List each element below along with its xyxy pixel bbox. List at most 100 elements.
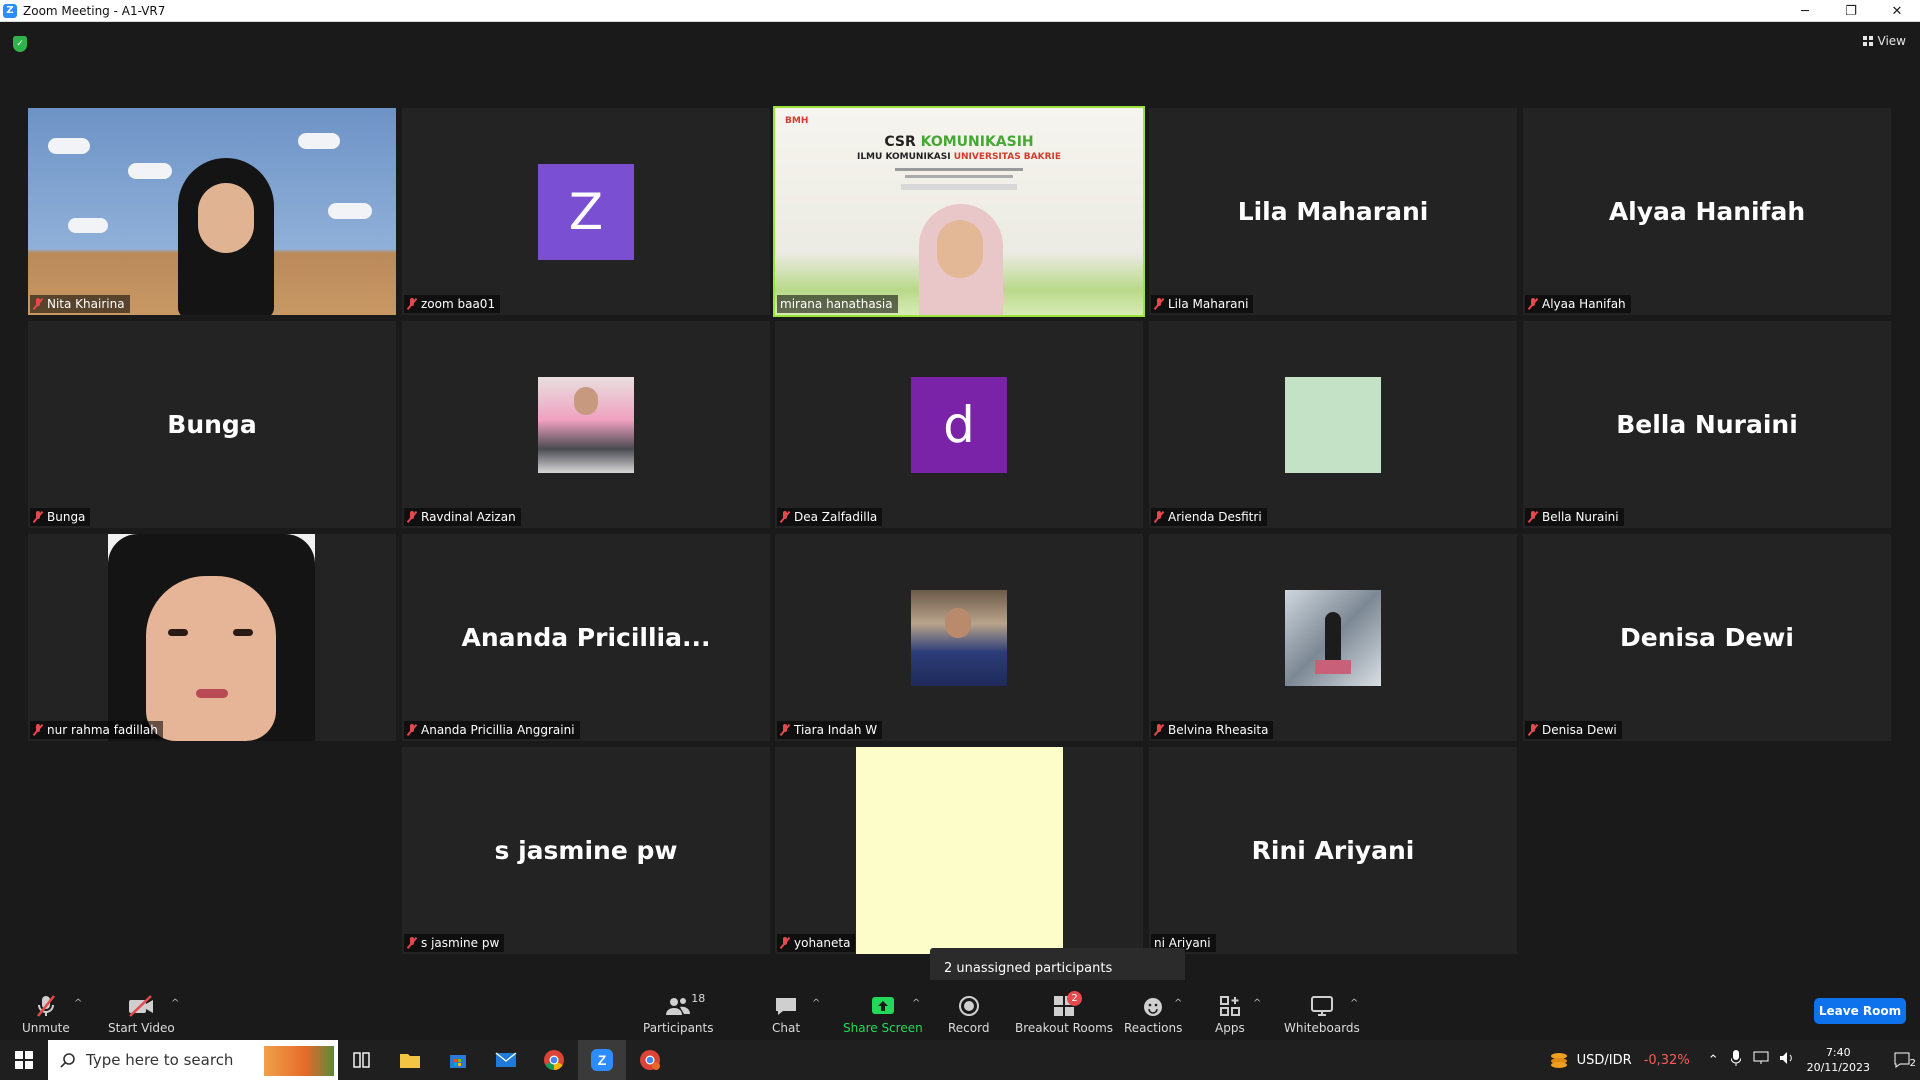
volume-icon[interactable] [1779,1051,1795,1069]
share-options-caret[interactable]: ^ [912,998,920,1009]
meeting-toolbar: Unmute ^ Start Video ^ 18 Participants C… [0,980,1920,1040]
leave-room-button[interactable]: Leave Room [1814,998,1906,1024]
search-highlight-image [264,1046,334,1076]
participants-button[interactable]: 18 Participants [643,992,714,1035]
clock[interactable]: 7:40 20/11/2023 [1807,1045,1870,1075]
mic-muted-icon [33,724,43,736]
participant-nametag: Belvina Rheasita [1151,721,1274,739]
search-icon [60,1053,75,1068]
record-button[interactable]: Record [948,994,989,1035]
microsoft-store-icon[interactable] [434,1040,482,1080]
video-tile[interactable]: Alyaa Hanifah Alyaa Hanifah [1523,108,1891,315]
mic-muted-icon [407,937,417,949]
search-placeholder: Type here to search [86,1051,234,1069]
chat-button[interactable]: Chat [772,994,800,1035]
participant-nametag: yohaneta [777,934,856,952]
video-options-caret[interactable]: ^ [171,998,179,1009]
participant-nametag: Lila Maharani [1151,295,1254,313]
video-tile[interactable]: Ravdinal Azizan [402,321,770,528]
unmute-button[interactable]: Unmute [22,994,70,1035]
video-tile[interactable]: Bella Nuraini Bella Nuraini [1523,321,1891,528]
video-tile[interactable]: Z zoom baa01 [402,108,770,315]
participant-display-name: Lila Maharani [1237,197,1429,226]
chrome-icon[interactable] [530,1040,578,1080]
video-tile[interactable]: Denisa Dewi Denisa Dewi [1523,534,1891,741]
windows-taskbar: Type here to search Z USD/IDR -0,32% ⌃ 7… [0,1040,1920,1080]
file-explorer-icon[interactable] [386,1040,434,1080]
video-tile[interactable]: Rini Ariyani ni Ariyani [1149,747,1517,954]
video-tile-active-speaker[interactable]: BMH CSR KOMUNIKASIH ILMU KOMUNIKASI UNIV… [773,106,1145,317]
participant-nametag: mirana hanathasia [777,295,898,313]
minimize-button[interactable]: ─ [1782,0,1828,22]
video-tile[interactable]: s jasmine pw s jasmine pw [402,747,770,954]
participant-display-name: Denisa Dewi [1620,623,1794,652]
whiteboard-icon [1310,994,1334,1018]
shield-icon[interactable]: ✓ [13,36,27,52]
participant-nametag: Tiara Indah W [777,721,883,739]
slide-title: CSR KOMUNIKASIH [884,134,1034,150]
participant-nametag: zoom baa01 [404,295,501,313]
window-controls: ─ ❐ ✕ [1782,0,1920,22]
mic-muted-icon [407,511,417,523]
breakout-badge: 2 [1067,991,1083,1006]
windows-logo-icon [15,1051,33,1069]
start-video-button[interactable]: Start Video [108,994,175,1035]
window-title: Zoom Meeting - A1-VR7 [23,3,166,18]
video-tile[interactable]: Ananda Pricillia... Ananda Pricillia Ang… [402,534,770,741]
slide-brand: BMH [785,116,809,126]
whiteboards-options-caret[interactable]: ^ [1350,998,1358,1009]
breakout-rooms-button[interactable]: 2 Breakout Rooms [1015,991,1113,1035]
video-tile[interactable]: Bunga Bunga [28,321,396,528]
currency-change: -0,32% [1643,1052,1690,1068]
mic-muted-icon [407,298,417,310]
video-off-icon [127,994,155,1018]
apps-button[interactable]: Apps [1215,994,1245,1035]
zoom-icon: Z [3,3,17,18]
view-button[interactable]: View [1862,34,1906,48]
participant-nametag: Arienda Desfitri [1151,508,1267,526]
currency-ticker[interactable]: USD/IDR [1577,1053,1632,1068]
mic-muted-icon [780,937,790,949]
reactions-options-caret[interactable]: ^ [1174,998,1182,1009]
apps-options-caret[interactable]: ^ [1253,998,1261,1009]
microphone-icon[interactable] [1730,1050,1742,1070]
restore-button[interactable]: ❐ [1828,0,1874,22]
video-tile[interactable]: yohaneta [775,747,1143,954]
taskbar-search-box[interactable]: Type here to search [48,1040,338,1080]
mic-muted-icon [1154,511,1164,523]
mic-muted-icon [1154,298,1164,310]
chrome-profile-icon[interactable] [626,1040,674,1080]
chevron-up-icon[interactable]: ⌃ [1708,1053,1719,1068]
whiteboards-button[interactable]: Whiteboards [1284,994,1360,1035]
participant-display-name: Rini Ariyani [1251,836,1415,865]
video-tile[interactable]: d Dea Zalfadilla [775,321,1143,528]
participant-display-name: Bunga [167,410,257,439]
network-icon[interactable] [1753,1051,1769,1069]
camera-feed [28,108,396,315]
share-screen-icon [871,994,895,1018]
windows-start-button[interactable] [0,1040,48,1080]
video-tile[interactable]: Arienda Desfitri [1149,321,1517,528]
system-tray: USD/IDR -0,32% ⌃ 7:40 20/11/2023 2 [1547,1040,1920,1080]
video-tile[interactable]: Tiara Indah W [775,534,1143,741]
participant-nametag: Bunga [30,508,91,526]
participant-nametag: Ananda Pricillia Anggraini [404,721,580,739]
zoom-taskbar-icon[interactable]: Z [578,1040,626,1080]
avatar [856,747,1063,954]
slide-subtitle: ILMU KOMUNIKASI UNIVERSITAS BAKRIE [856,152,1062,162]
avatar-photo [911,589,1007,686]
video-tile[interactable]: nur rahma fadillah [28,534,396,741]
participant-nametag: Dea Zalfadilla [777,508,883,526]
notification-icon[interactable]: 2 [1884,1051,1920,1069]
audio-options-caret[interactable]: ^ [74,998,82,1009]
chat-options-caret[interactable]: ^ [812,998,820,1009]
video-tile[interactable]: Lila Maharani Lila Maharani [1149,108,1517,315]
mic-muted-icon [33,511,43,523]
video-tile[interactable]: Belvina Rheasita [1149,534,1517,741]
video-tile[interactable]: Nita Khairina [28,108,396,315]
grid-icon [1862,36,1873,46]
mail-icon[interactable] [482,1040,530,1080]
close-button[interactable]: ✕ [1874,0,1920,22]
task-view-icon[interactable] [338,1040,386,1080]
share-screen-button[interactable]: Share Screen [843,994,923,1035]
